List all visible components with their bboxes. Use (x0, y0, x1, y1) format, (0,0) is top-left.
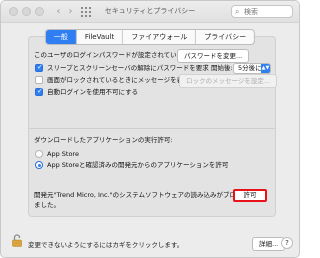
disable-auto-login-checkbox[interactable] (35, 87, 43, 96)
allow-button[interactable]: 許可 (233, 189, 267, 202)
app-store-identified-radio[interactable] (35, 161, 43, 169)
start-after-label: 開始後: (211, 64, 233, 72)
require-password-checkbox[interactable] (35, 63, 43, 72)
require-password-delay-select[interactable]: 5分後に ▲▼ (233, 63, 271, 74)
title-bar: ‹ › セキュリティとプライバシー ⌕ (1, 1, 299, 23)
app-store-radio-label: App Store (47, 150, 79, 158)
disable-auto-login-label: 自動ログインを使用不可にする (47, 88, 139, 96)
section-divider (29, 128, 275, 129)
app-store-radio[interactable] (35, 150, 43, 158)
tab-general[interactable]: 一般 (45, 30, 77, 44)
show-message-label: 画面がロックされているときにメッセージを表示 (47, 76, 190, 84)
preferences-window: ‹ › セキュリティとプライバシー ⌕ 一般 FileVault ファイアウォー… (0, 0, 300, 258)
change-password-button[interactable]: パスワードを変更... (177, 49, 250, 63)
downloads-heading: ダウンロードしたアプリケーションの実行許可: (34, 136, 173, 144)
require-password-delay-value: 5分後に (238, 64, 262, 72)
select-chevron-icon: ▲▼ (261, 64, 270, 73)
tab-bar: 一般 FileVault ファイアウォール プライバシー (44, 29, 256, 45)
tab-privacy[interactable]: プライバシー (196, 30, 254, 44)
set-lock-message-button[interactable]: ロックのメッセージを設定... (179, 74, 278, 88)
require-password-label: スリープとスクリーンセーバの解除にパスワードを要求 (47, 64, 209, 72)
search-input[interactable] (244, 7, 290, 17)
show-message-checkbox[interactable] (35, 76, 43, 84)
blocked-software-message-line2: ました。 (34, 201, 60, 209)
lock-icon[interactable] (11, 233, 23, 247)
tab-firewall[interactable]: ファイアウォール (123, 30, 197, 44)
help-button[interactable]: ? (281, 237, 293, 249)
search-field[interactable]: ⌕ (231, 5, 293, 18)
search-icon: ⌕ (235, 7, 240, 16)
blocked-software-message-line1: 開発元"Trend Micro, Inc."のシステムソフトウェアの読み込みがブ… (34, 191, 262, 199)
lock-instruction-text: 変更できないようにするにはカギをクリックします。 (28, 241, 184, 249)
tab-filevault[interactable]: FileVault (77, 30, 124, 44)
general-panel: このユーザのログインパスワードが設定されています パスワードを変更... スリー… (28, 36, 278, 217)
app-store-identified-radio-label: App Storeと確認済みの開発元からのアプリケーションを許可 (47, 161, 229, 169)
password-set-label: このユーザのログインパスワードが設定されています (34, 51, 190, 59)
